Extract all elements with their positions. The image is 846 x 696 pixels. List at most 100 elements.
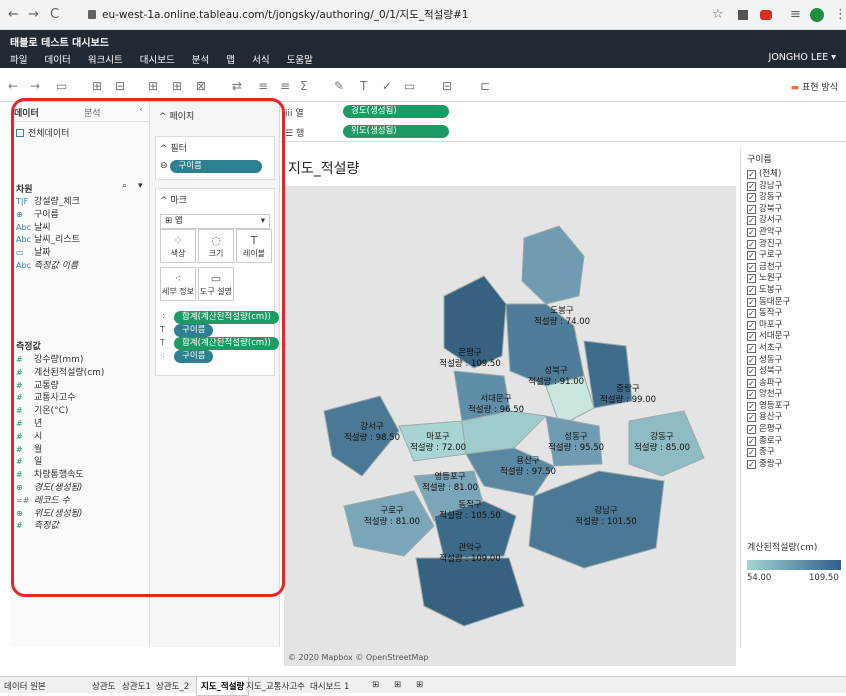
seoul-map[interactable]: 도봉구 적설량 : 74.00 은평구 적설량 : 109.50 성북구 적설량 : 91… xyxy=(284,186,736,666)
checkbox-checked-icon[interactable]: ✓ xyxy=(747,262,756,272)
mark-encoding-icon[interactable]: T xyxy=(160,338,174,347)
menu-format[interactable]: 서식 xyxy=(252,55,269,66)
mark-field-pill[interactable]: 구이름 xyxy=(174,350,214,363)
duplicate-sheet-icon[interactable]: ⊞ xyxy=(172,79,182,93)
measure-field[interactable]: # 강수량(mm) xyxy=(16,354,143,367)
rows-shelf[interactable]: ☰ 행 위도(생성됨) xyxy=(281,122,846,142)
mark-encoding-icon[interactable]: ⁘ xyxy=(160,312,174,321)
district-filter-item[interactable]: ✓ 송파구 xyxy=(741,378,846,390)
measure-field[interactable]: # 교통량 xyxy=(16,380,143,393)
district-filter-item[interactable]: ✓ 강남구 xyxy=(741,181,846,193)
sheet-tab[interactable]: 데이터 원본 xyxy=(4,680,46,692)
checkbox-checked-icon[interactable]: ✓ xyxy=(747,367,756,377)
mark-encoding-icon[interactable]: T xyxy=(160,325,174,334)
menu-dashboard[interactable]: 대시보드 xyxy=(140,55,175,66)
datasource-item[interactable]: 전체데이터 xyxy=(16,126,69,139)
dimension-field[interactable]: ⊕ 구이름 xyxy=(16,209,143,222)
checkbox-checked-icon[interactable]: ✓ xyxy=(747,401,756,411)
columns-pill[interactable]: 경도(생성됨) xyxy=(343,105,449,118)
checkbox-checked-icon[interactable]: ✓ xyxy=(747,378,756,388)
district-filter-item[interactable]: ✓ 구로구 xyxy=(741,250,846,262)
menu-analysis[interactable]: 분석 xyxy=(192,55,209,66)
dimension-field[interactable]: ▭ 날짜 xyxy=(16,247,143,260)
checkbox-checked-icon[interactable]: ✓ xyxy=(747,309,756,319)
checkbox-checked-icon[interactable]: ✓ xyxy=(747,251,756,261)
district-filter-item[interactable]: ✓ 성북구 xyxy=(741,366,846,378)
back-icon[interactable]: ← xyxy=(8,7,19,22)
dimension-field[interactable]: Abc 날씨_리스트 xyxy=(16,234,143,247)
measure-field[interactable]: # 시 xyxy=(16,431,143,444)
district-filter-item[interactable]: ✓ 서대문구 xyxy=(741,331,846,343)
pages-heading[interactable]: ^ 페이지 xyxy=(155,105,275,126)
district-filter-item[interactable]: ✓ 동대문구 xyxy=(741,297,846,309)
save-icon[interactable]: ▭ xyxy=(56,79,67,93)
menu-worksheet[interactable]: 워크시트 xyxy=(88,55,123,66)
checkbox-checked-icon[interactable]: ✓ xyxy=(747,390,756,400)
filter-pill[interactable]: 구이름 xyxy=(170,160,263,173)
mark-field-pill[interactable]: 합계(계산된적설량(cm)) xyxy=(174,311,279,324)
search-icon[interactable]: ⌕ xyxy=(122,181,127,191)
district-filter-item[interactable]: ✓ 강북구 xyxy=(741,204,846,216)
swap-icon[interactable]: ⇄ xyxy=(232,79,242,93)
profile-avatar[interactable] xyxy=(810,8,824,22)
measure-field[interactable]: ⊕ 위도(생성됨) xyxy=(16,508,143,521)
district-filter-item[interactable]: ✓ 종로구 xyxy=(741,436,846,448)
sort-asc-icon[interactable]: ≡ xyxy=(258,79,268,93)
fit-icon[interactable]: ▭ xyxy=(404,79,415,93)
checkbox-checked-icon[interactable]: ✓ xyxy=(747,425,756,435)
tab-analysis[interactable]: 분석 xyxy=(84,106,101,119)
menu-file[interactable]: 파일 xyxy=(10,55,27,66)
menu-help[interactable]: 도움말 xyxy=(287,55,313,66)
menu-data[interactable]: 데이터 xyxy=(45,55,71,66)
annotate-icon[interactable]: ✓ xyxy=(382,79,392,93)
district-filter-item[interactable]: ✓ 용산구 xyxy=(741,412,846,424)
dimension-field[interactable]: T|F 강설량_체크 xyxy=(16,196,143,209)
checkbox-checked-icon[interactable]: ✓ xyxy=(747,216,756,226)
sheet-tab[interactable]: 지도_적설량 xyxy=(196,677,250,696)
measure-field[interactable]: # 일 xyxy=(16,456,143,469)
measure-field[interactable]: # 교통사고수 xyxy=(16,392,143,405)
tab-data[interactable]: 데이터 xyxy=(14,106,39,119)
mark-field-pill[interactable]: 구이름 xyxy=(174,324,214,337)
sheet-tab[interactable]: 상관도_2 xyxy=(156,680,189,692)
extension-icon[interactable] xyxy=(738,10,748,20)
totals-icon[interactable]: Σ xyxy=(300,79,308,93)
size-button[interactable]: ◌ 크기 xyxy=(198,229,234,263)
rows-pill[interactable]: 위도(생성됨) xyxy=(343,125,449,138)
checkbox-checked-icon[interactable]: ✓ xyxy=(747,274,756,284)
district-filter-item[interactable]: ✓ 광진구 xyxy=(741,239,846,251)
new-worksheet-icon[interactable]: ⊞ xyxy=(372,680,379,690)
checkbox-checked-icon[interactable]: ✓ xyxy=(747,343,756,353)
district-filter-item[interactable]: ✓ 중구 xyxy=(741,447,846,459)
district-filter-item[interactable]: ✓ 은평구 xyxy=(741,424,846,436)
measure-field[interactable]: # 년 xyxy=(16,418,143,431)
sheet-tab[interactable]: 대시보드 1 xyxy=(310,680,349,692)
new-story-icon[interactable]: ⊞ xyxy=(416,680,423,690)
color-button[interactable]: ⁘ 색상 xyxy=(160,229,196,263)
district-filter-item[interactable]: ✓ 관악구 xyxy=(741,227,846,239)
youtube-extension-icon[interactable] xyxy=(760,10,772,20)
measure-field[interactable]: # 측정값 xyxy=(16,520,143,533)
sheet-tab[interactable]: 지도_교통사고수 xyxy=(246,680,305,692)
checkbox-checked-icon[interactable]: ✓ xyxy=(747,448,756,458)
measure-field[interactable]: # 계산된적설량(cm) xyxy=(16,367,143,380)
detail-button[interactable]: ⁖ 세부 정보 xyxy=(160,267,196,301)
checkbox-checked-icon[interactable]: ✓ xyxy=(747,227,756,237)
district-filter-item[interactable]: ✓ 동작구 xyxy=(741,308,846,320)
checkbox-checked-icon[interactable]: ✓ xyxy=(747,320,756,330)
menu-map[interactable]: 맵 xyxy=(226,55,235,66)
label-button[interactable]: T 레이블 xyxy=(236,229,272,263)
checkbox-checked-icon[interactable]: ✓ xyxy=(747,355,756,365)
checkbox-checked-icon[interactable]: ✓ xyxy=(747,170,756,179)
columns-shelf[interactable]: iii 열 경도(생성됨) xyxy=(281,102,846,122)
new-dashboard-icon[interactable]: ⊞ xyxy=(394,680,401,690)
address-bar[interactable]: eu-west-1a.online.tableau.com/t/jongsky/… xyxy=(88,5,698,25)
measure-field[interactable]: # 월 xyxy=(16,444,143,457)
redo-icon[interactable]: → xyxy=(30,79,40,93)
highlight-icon[interactable]: ✎ xyxy=(334,79,344,93)
filters-heading[interactable]: ^ 필터 xyxy=(156,137,274,158)
dimensions-menu-icon[interactable]: ▾ xyxy=(138,181,143,191)
measure-field[interactable]: # 기온(°C) xyxy=(16,405,143,418)
district-filter-item[interactable]: ✓ 서초구 xyxy=(741,343,846,355)
undo-icon[interactable]: ← xyxy=(8,79,18,93)
